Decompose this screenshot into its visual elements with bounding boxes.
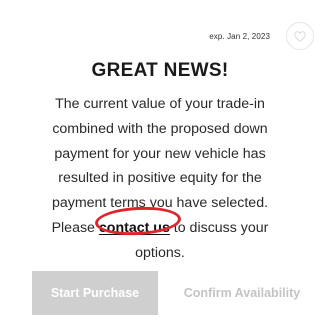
equity-message: The current value of your trade-in combi… bbox=[50, 92, 270, 266]
page-title: GREAT NEWS! bbox=[91, 60, 229, 81]
contact-us-link[interactable]: contact us bbox=[99, 220, 170, 236]
start-purchase-button[interactable]: Start Purchase bbox=[32, 271, 158, 315]
expiry-date: exp. Jan 2, 2023 bbox=[209, 32, 270, 41]
confirm-availability-button[interactable]: Confirm Availability bbox=[172, 271, 312, 315]
heart-outline-icon bbox=[294, 30, 306, 42]
favorite-button[interactable] bbox=[286, 22, 314, 50]
offer-header: exp. Jan 2, 2023 bbox=[0, 22, 320, 54]
message-lead: The current value of your trade-in combi… bbox=[51, 96, 269, 236]
